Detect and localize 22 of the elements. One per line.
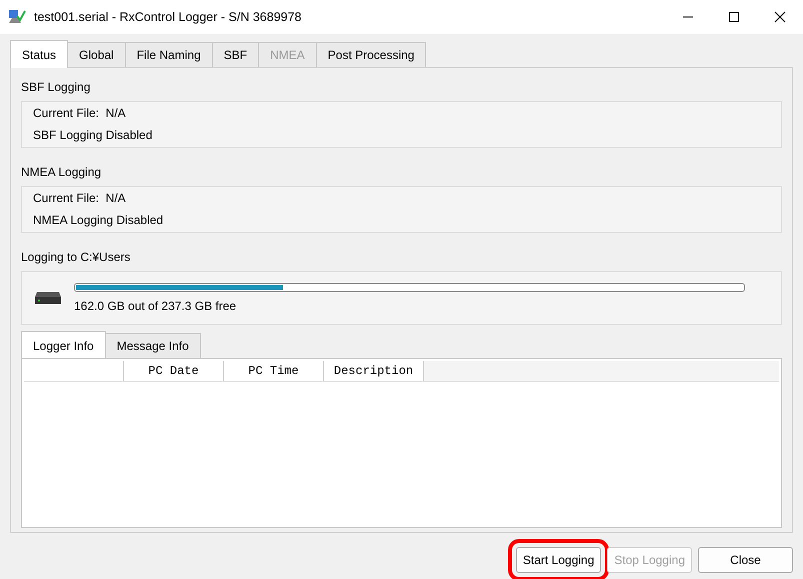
status-text: SBF Logging Disabled xyxy=(33,129,154,142)
status-text: Current File: N/A xyxy=(33,107,127,120)
group-title: NMEA Logging xyxy=(21,164,102,181)
column-header[interactable]: Description xyxy=(324,361,424,381)
tab[interactable]: SBF xyxy=(212,42,260,67)
tab[interactable]: Logger Info xyxy=(21,331,106,359)
status-text: Current File: N/A xyxy=(33,192,127,205)
app-icon xyxy=(8,8,26,26)
tab[interactable]: Status xyxy=(10,40,68,68)
group-title: SBF Logging xyxy=(21,79,92,96)
drive-icon xyxy=(34,291,62,305)
tab[interactable]: File Naming xyxy=(124,42,213,67)
window-title: test001.serial - RxControl Logger - S/N 3689978 xyxy=(34,8,302,26)
free-space-text: 162.0 GB out of 237.3 GB free xyxy=(74,300,238,313)
status-text: NMEA Logging Disabled xyxy=(33,214,164,227)
logging-path: Logging to C:¥Users xyxy=(21,249,132,266)
column-header[interactable]: PC Date xyxy=(124,361,224,381)
action-button[interactable]: Close xyxy=(698,547,793,573)
column-header[interactable]: PC Time xyxy=(224,361,324,381)
tab[interactable]: Global xyxy=(67,42,126,67)
tab[interactable]: Post Processing xyxy=(316,42,426,67)
tab[interactable]: Message Info xyxy=(104,333,201,358)
